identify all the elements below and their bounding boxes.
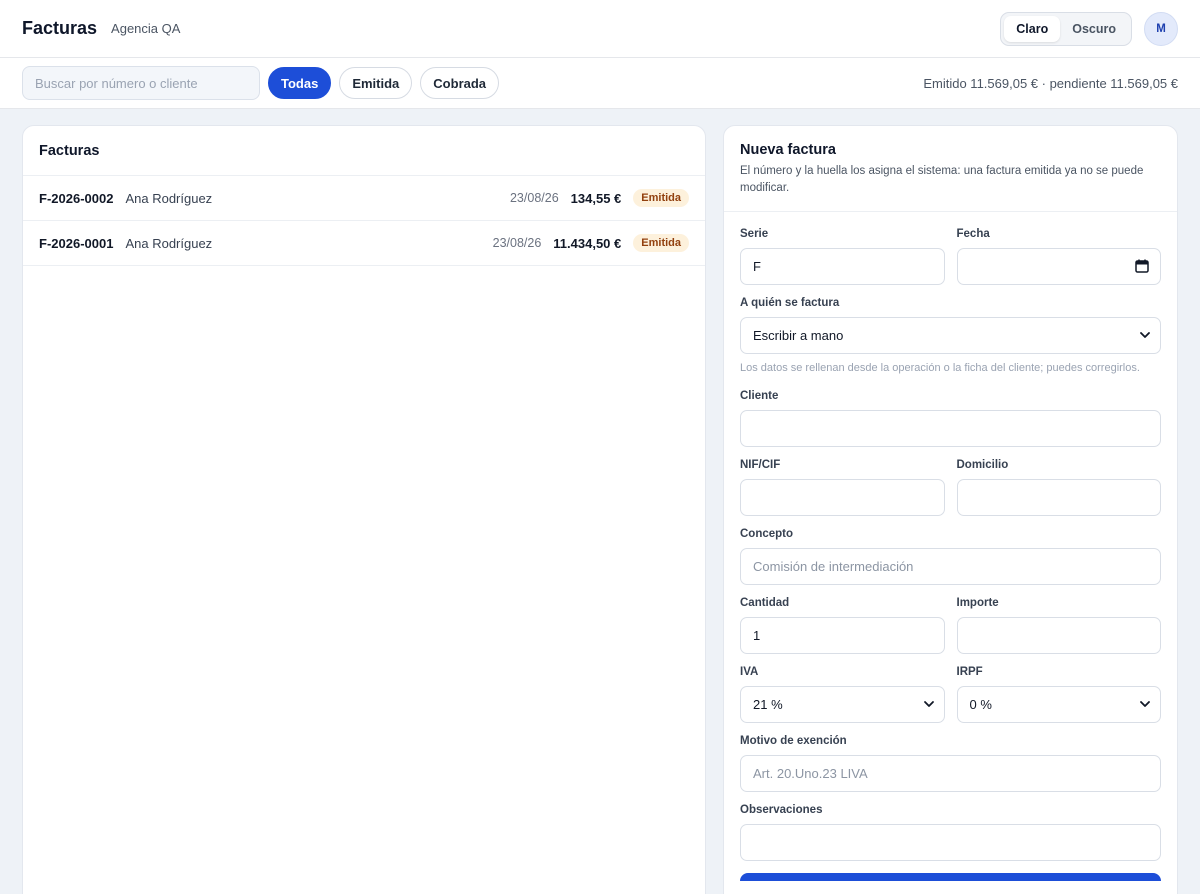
invoice-number: F-2026-0002 bbox=[39, 190, 114, 206]
filter-bar: Todas Emitida Cobrada Emitido 11.569,05 … bbox=[0, 58, 1200, 109]
invoice-date: 23/08/26 bbox=[509, 191, 559, 205]
status-badge: Emitida bbox=[633, 234, 689, 252]
iva-select[interactable]: 21 % bbox=[740, 686, 945, 723]
concept-label: Concepto bbox=[740, 528, 794, 540]
invoice-date: 23/08/26 bbox=[492, 236, 542, 250]
client-input[interactable] bbox=[740, 410, 1161, 447]
address-input[interactable] bbox=[956, 479, 1161, 516]
invoice-row[interactable]: F-2026-0002 Ana Rodríguez 23/08/26 134,5… bbox=[23, 176, 705, 221]
exemption-input[interactable] bbox=[740, 755, 1161, 792]
irpf-label: IRPF bbox=[956, 666, 983, 678]
amount-label: Importe bbox=[956, 597, 999, 609]
nif-field-group: NIF/CIF bbox=[740, 459, 945, 516]
recipient-label: A quién se factura bbox=[740, 297, 840, 309]
invoice-list-card: Facturas F-2026-0002 Ana Rodríguez 23/08… bbox=[22, 125, 706, 894]
irpf-field-group: IRPF 0 % bbox=[956, 666, 1161, 723]
exemption-field-group: Motivo de exención bbox=[740, 735, 1161, 792]
quantity-label: Cantidad bbox=[740, 597, 790, 609]
tax-row: IVA 21 % IRPF 0 % bbox=[740, 666, 1161, 735]
filter-all-button[interactable]: Todas bbox=[268, 67, 332, 99]
amount-input[interactable] bbox=[956, 617, 1161, 654]
recipient-select[interactable]: Escribir a mano bbox=[740, 317, 1161, 354]
new-invoice-card: Nueva factura El número y la huella los … bbox=[723, 125, 1178, 894]
top-bar: Facturas Agencia QA Claro Oscuro M bbox=[0, 0, 1200, 58]
recipient-help-text: Los datos se rellenan desde la operación… bbox=[740, 362, 1140, 374]
client-label: Cliente bbox=[740, 390, 779, 402]
serie-label: Serie bbox=[740, 228, 769, 240]
filter-paid-button[interactable]: Cobrada bbox=[420, 67, 500, 99]
client-field-group: Cliente bbox=[740, 390, 1161, 447]
invoice-number: F-2026-0001 bbox=[39, 235, 114, 251]
date-input[interactable] bbox=[956, 248, 1161, 285]
new-invoice-form: Serie Fecha bbox=[724, 212, 1177, 881]
address-field-group: Domicilio bbox=[956, 459, 1161, 516]
organization-name: Agencia QA bbox=[111, 21, 181, 36]
quantity-amount-row: Cantidad Importe bbox=[740, 597, 1161, 666]
irpf-select-wrapper: 0 % bbox=[956, 686, 1161, 723]
invoice-client: Ana Rodríguez bbox=[125, 235, 213, 251]
amount-field-group: Importe bbox=[956, 597, 1161, 654]
serie-field-group: Serie bbox=[740, 228, 945, 285]
quantity-input[interactable] bbox=[740, 617, 945, 654]
page-title: Facturas bbox=[22, 18, 98, 38]
theme-light-option[interactable]: Claro bbox=[1004, 15, 1061, 42]
notes-label: Observaciones bbox=[740, 804, 823, 816]
new-invoice-description: El número y la huella los asigna el sist… bbox=[740, 165, 1144, 194]
invoice-client: Ana Rodríguez bbox=[125, 190, 213, 206]
invoice-amount: 11.434,50 € bbox=[553, 235, 622, 251]
concept-field-group: Concepto bbox=[740, 528, 1161, 585]
notes-field-group: Observaciones bbox=[740, 804, 1161, 861]
search-input[interactable] bbox=[22, 66, 260, 100]
invoice-row[interactable]: F-2026-0001 Ana Rodríguez 23/08/26 11.43… bbox=[23, 221, 705, 266]
main-content: Facturas F-2026-0002 Ana Rodríguez 23/08… bbox=[0, 109, 1200, 894]
date-input-wrapper bbox=[956, 248, 1161, 285]
serie-date-row: Serie Fecha bbox=[740, 228, 1161, 297]
nif-input[interactable] bbox=[740, 479, 945, 516]
theme-toggle: Claro Oscuro bbox=[1000, 11, 1132, 46]
new-invoice-header: Nueva factura El número y la huella los … bbox=[724, 126, 1177, 212]
new-invoice-title: Nueva factura bbox=[740, 142, 836, 158]
serie-input[interactable] bbox=[740, 248, 945, 285]
invoice-list-title: Facturas bbox=[39, 142, 100, 159]
nif-address-row: NIF/CIF Domicilio bbox=[740, 459, 1161, 528]
concept-input[interactable] bbox=[740, 548, 1161, 585]
theme-dark-option[interactable]: Oscuro bbox=[1060, 16, 1128, 42]
totals-summary: Emitido 11.569,05 € · pendiente 11.569,0… bbox=[923, 75, 1178, 91]
iva-label: IVA bbox=[740, 666, 759, 678]
filter-issued-button[interactable]: Emitida bbox=[339, 67, 413, 99]
submit-button[interactable] bbox=[740, 873, 1161, 881]
iva-select-wrapper: 21 % bbox=[740, 686, 945, 723]
date-label: Fecha bbox=[956, 228, 990, 240]
iva-field-group: IVA 21 % bbox=[740, 666, 945, 723]
address-label: Domicilio bbox=[956, 459, 1009, 471]
recipient-field-group: A quién se factura Escribir a mano bbox=[740, 297, 1161, 354]
date-field-group: Fecha bbox=[956, 228, 1161, 285]
notes-input[interactable] bbox=[740, 824, 1161, 861]
invoice-list-header: Facturas bbox=[23, 126, 705, 176]
irpf-select[interactable]: 0 % bbox=[956, 686, 1161, 723]
status-badge: Emitida bbox=[633, 189, 689, 207]
quantity-field-group: Cantidad bbox=[740, 597, 945, 654]
avatar[interactable]: M bbox=[1144, 11, 1178, 46]
recipient-select-wrapper: Escribir a mano bbox=[740, 317, 1161, 354]
nif-label: NIF/CIF bbox=[740, 459, 781, 471]
exemption-label: Motivo de exención bbox=[740, 735, 847, 747]
invoice-amount: 134,55 € bbox=[570, 190, 622, 206]
